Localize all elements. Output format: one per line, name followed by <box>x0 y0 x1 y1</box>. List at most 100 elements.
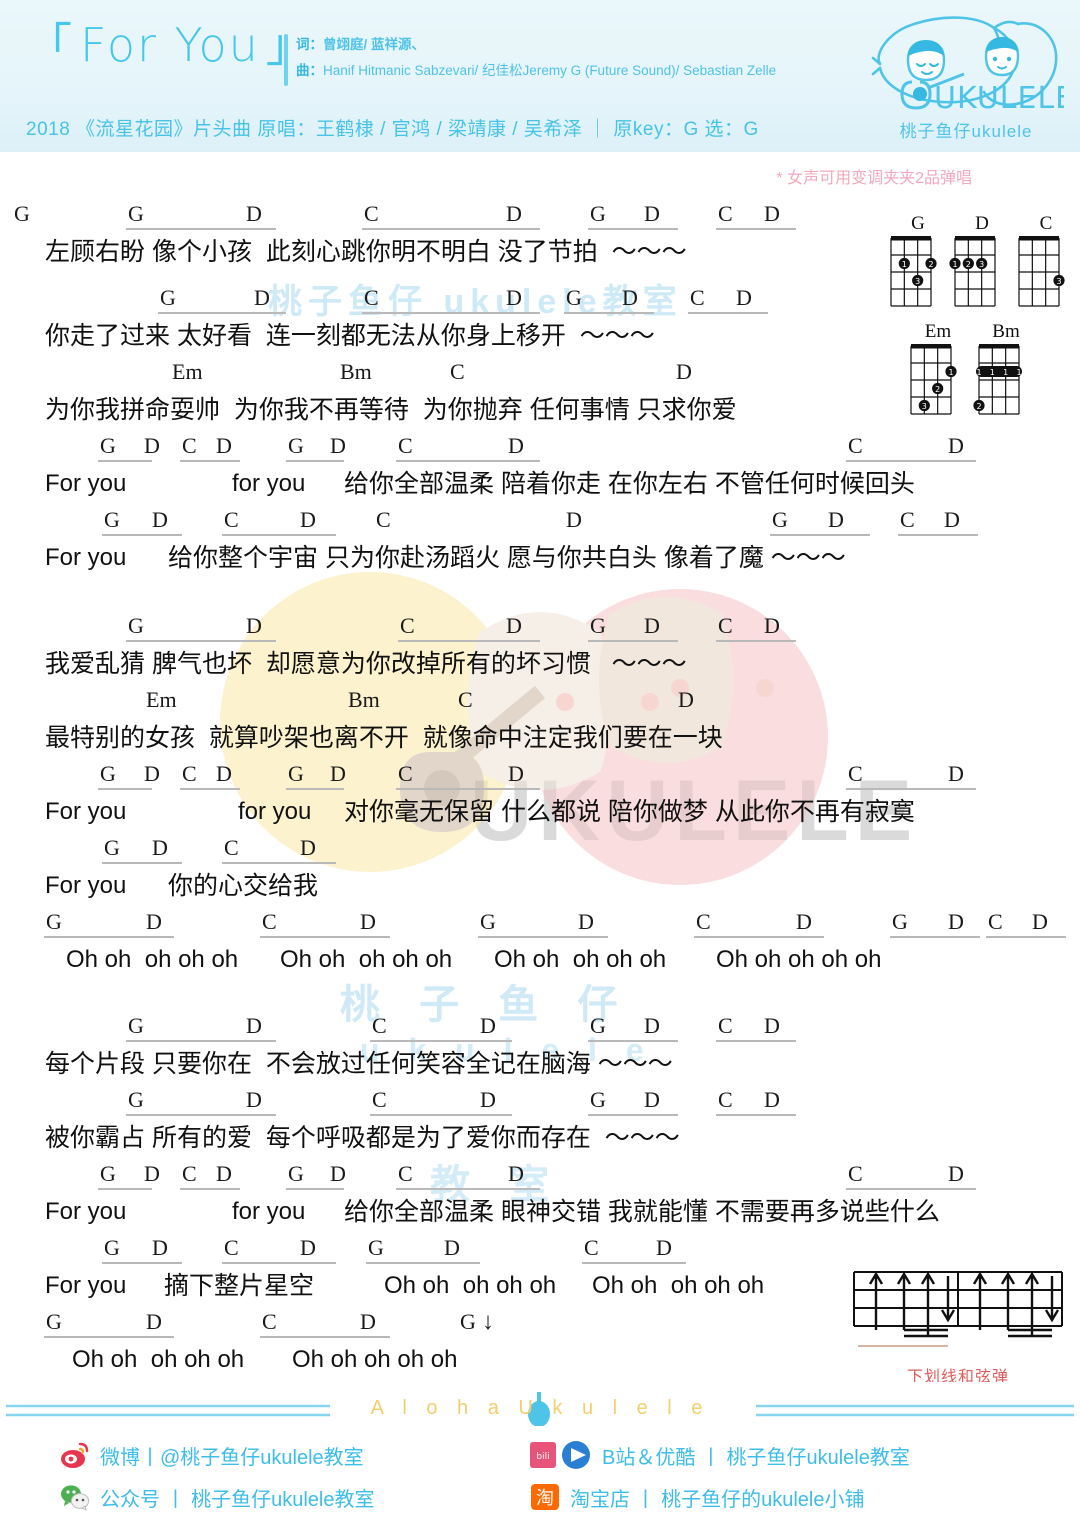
chord-underline <box>362 312 540 314</box>
chord-underline <box>158 312 286 314</box>
chord-label: D <box>944 507 960 532</box>
lyric-row: For you for you 给你全部温柔 陪着你走 在你左右 不管任何时候回头 <box>0 464 1080 506</box>
chord-underline <box>44 936 174 938</box>
chord-label: D <box>1032 909 1048 934</box>
weibo-icon <box>60 1440 90 1470</box>
chord-label: D <box>676 359 692 384</box>
chord-label: C <box>848 761 863 786</box>
svg-text:2: 2 <box>976 402 981 411</box>
lyric-text: 你的心交给我 <box>168 872 319 900</box>
chord-label: Bm <box>340 359 372 384</box>
lyric-text: For you <box>45 798 127 825</box>
chord-label: C <box>364 285 379 310</box>
lyric-text: 对你毫无保留 什么都说 陪你做梦 从此你不再有寂寞 <box>344 798 915 826</box>
chord-label: D <box>144 1161 160 1186</box>
chord-underline <box>102 862 182 864</box>
chord-label: D <box>508 433 524 458</box>
lyric-text: 最特别的女孩 就算吵架也离不开 就像命中注定我们要在一块 <box>45 724 723 752</box>
chord-label: D <box>764 613 780 638</box>
chord-diagram-name: G <box>911 213 925 234</box>
footer-link-item[interactable]: bili B站＆优酷 丨 桃子鱼仔ukulele教室 <box>530 1440 1040 1470</box>
chord-diagram-name: Em <box>924 321 952 342</box>
chord-underline <box>694 936 824 938</box>
chord-row: GDCDGDCDCD <box>0 762 1080 792</box>
lyric-text: for you <box>232 470 306 497</box>
chord-row: GDCDCDGDCD <box>0 508 1080 538</box>
lyric-text: Oh oh oh oh oh <box>280 946 453 973</box>
chord-underline <box>180 1188 240 1190</box>
chord-label: C <box>398 433 413 458</box>
chord-diagram-bm: Bm 1 1 1 1 2 <box>972 322 1040 423</box>
chord-label: D <box>330 433 346 458</box>
chord-label: D <box>578 909 594 934</box>
chord-label: D <box>146 1309 162 1334</box>
svg-text:3: 3 <box>979 260 984 269</box>
chord-underline <box>716 1040 796 1042</box>
lyric-text: For you <box>45 1272 127 1299</box>
lyric-text: Oh oh oh oh oh <box>384 1272 557 1299</box>
chord-label: Em <box>146 687 177 712</box>
lyric-text: 为你我拼命耍帅 为你我不再等待 为你抛弃 任何事情 只求你爱 <box>45 396 737 424</box>
chord-underline <box>396 788 540 790</box>
svg-text:2: 2 <box>928 260 933 269</box>
chord-grid-icon: 1 1 1 12 <box>973 344 1022 415</box>
footer-link-label: B站＆优酷 丨 桃子鱼仔ukulele教室 <box>602 1446 910 1469</box>
chord-label: C <box>364 201 379 226</box>
chord-label: C <box>400 613 415 638</box>
title-bracket-open: 「 <box>26 18 74 72</box>
chord-label: G <box>100 761 116 786</box>
footer-link-item[interactable]: 公众号 丨 桃子鱼仔ukulele教室 <box>60 1482 530 1512</box>
chord-label: G <box>892 909 908 934</box>
chord-label: G <box>104 835 120 860</box>
svg-text:bili: bili <box>536 1452 549 1462</box>
svg-text:1: 1 <box>1016 368 1021 377</box>
chord-label: D <box>216 433 232 458</box>
footer-link-item[interactable]: 淘淘宝店 丨 桃子鱼仔的ukulele小铺 <box>530 1482 1040 1512</box>
chord-label: D <box>644 201 660 226</box>
footer-link-item[interactable]: 微博丨@桃子鱼仔ukulele教室 <box>60 1440 530 1470</box>
chord-underline <box>126 1114 276 1116</box>
lyric-row: For you for you 对你毫无保留 什么都说 陪你做梦 从此你不再有寂寞 <box>0 792 1080 834</box>
chord-label: G <box>46 909 62 934</box>
chord-row: GDCDGDCDCD <box>0 1162 1080 1192</box>
chord-underline <box>98 460 152 462</box>
lyric-row: Oh oh oh oh oh Oh oh oh oh oh Oh oh oh oh … <box>0 940 1080 982</box>
chord-diagram-name: Bm <box>992 321 1020 342</box>
lyric-system: G D C D G D C D C D For you for you 给你全部温柔 眼神交错 我就能懂… <box>0 1162 1080 1234</box>
chord-label: C <box>372 1087 387 1112</box>
bilibili-icon: bili <box>530 1440 592 1470</box>
chord-label: C <box>372 1013 387 1038</box>
chord-label: D <box>254 285 270 310</box>
chord-diagram-g: G 1 23 <box>884 214 952 315</box>
chord-sheet-page: 「 For You 」 词：曾翊庭/ 蓝祥源、 曲：Hanif Hitmanic… <box>0 0 1080 1528</box>
chord-underline <box>102 1262 182 1264</box>
logo-wordmark: UKULELE <box>934 81 1064 116</box>
chord-underline <box>126 640 276 642</box>
lyric-text: Oh oh oh oh oh <box>292 1346 458 1373</box>
lyric-system: G D C D C D G D C D For you 给你整个宇宙 只为你赴汤蹈火 愿与你共白头 像… <box>0 508 1080 580</box>
credits: 词：曾翊庭/ 蓝祥源、 曲：Hanif Hitmanic Sabzevari/ … <box>284 32 876 86</box>
chord-label: C <box>262 1309 277 1334</box>
chord-label: D <box>300 835 316 860</box>
logo-brand-name: 桃子鱼仔ukulele <box>899 122 1033 141</box>
chord-label: G <box>100 1161 116 1186</box>
chord-underline <box>286 788 344 790</box>
chord-label: D <box>330 761 346 786</box>
chord-label: D <box>506 613 522 638</box>
chord-label: Em <box>172 359 203 384</box>
chord-underline <box>588 640 678 642</box>
page-title: For You <box>80 18 260 72</box>
chord-label: G <box>288 1161 304 1186</box>
chord-label: Bm <box>348 687 380 712</box>
chord-label: D <box>146 909 162 934</box>
chord-label: G <box>160 285 176 310</box>
strum-pattern-icon <box>853 1271 1063 1347</box>
chord-underline <box>588 228 678 230</box>
strum-pattern: 下划线和弦弹 <box>852 1268 1064 1387</box>
chord-underline <box>222 534 336 536</box>
chord-row: GDCD <box>0 836 1080 866</box>
chord-label: G <box>590 613 606 638</box>
chord-underline <box>98 1188 152 1190</box>
chord-label: D <box>508 761 524 786</box>
chord-underline <box>890 936 980 938</box>
